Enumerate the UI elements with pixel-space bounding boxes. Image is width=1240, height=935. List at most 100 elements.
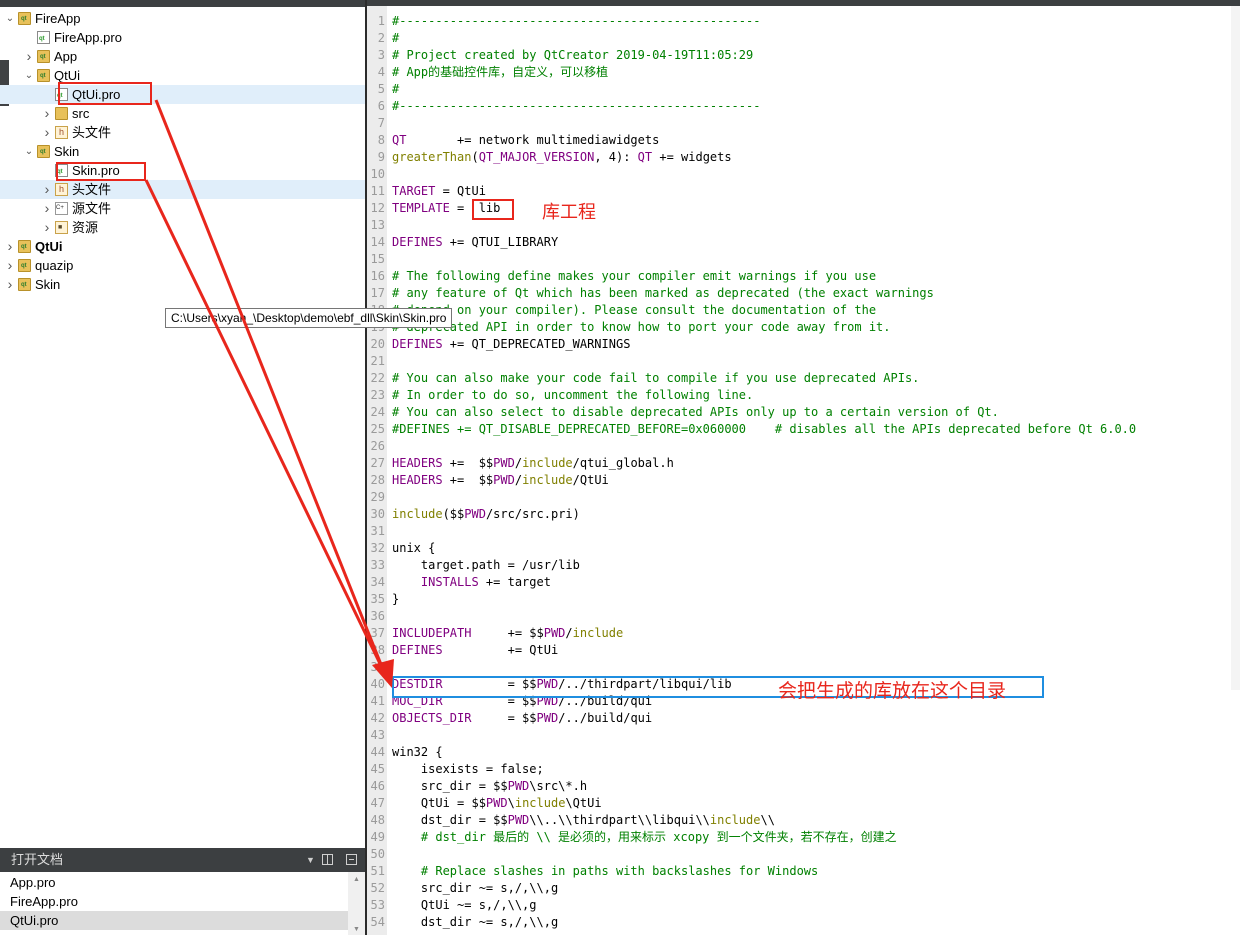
code-line[interactable]: TARGET = QtUi xyxy=(392,183,486,200)
code-line[interactable]: win32 { xyxy=(392,744,443,761)
code-line[interactable]: dst_dir ~= s,/,\\,g xyxy=(392,914,558,931)
code-line[interactable]: unix { xyxy=(392,540,435,557)
code-line[interactable]: DEFINES += QtUi xyxy=(392,642,558,659)
collapse-arrow-icon[interactable]: › xyxy=(41,218,53,237)
code-line[interactable]: OBJECTS_DIR = $$PWD/../build/qui xyxy=(392,710,652,727)
code-line[interactable]: #---------------------------------------… xyxy=(392,13,760,30)
tree-item-label: 头文件 xyxy=(72,125,112,140)
code-line[interactable]: # dst_dir 最后的 \\ 是必须的，用来标示 xcopy 到一个文件夹，… xyxy=(392,829,897,846)
code-line[interactable]: isexists = false; xyxy=(392,761,544,778)
line-number: 25 xyxy=(370,422,385,436)
code-line[interactable]: QT += network multimediawidgets xyxy=(392,132,659,149)
collapse-arrow-icon[interactable]: › xyxy=(4,256,16,275)
tree-item[interactable]: › QtUi xyxy=(0,237,365,256)
code-line[interactable]: # any feature of Qt which has been marke… xyxy=(392,285,934,302)
line-number: 34 xyxy=(370,575,385,589)
split-pane-icon[interactable] xyxy=(322,854,333,865)
editor-scrollbar[interactable] xyxy=(1231,6,1240,690)
open-document-item[interactable]: QtUi.pro xyxy=(0,911,348,930)
code-line[interactable]: } xyxy=(392,591,399,608)
resource-folder-icon xyxy=(55,221,68,234)
code-line[interactable]: DEFINES += QT_DEPRECATED_WARNINGS xyxy=(392,336,630,353)
tree-item[interactable]: FireApp.pro xyxy=(0,28,365,47)
code-line[interactable]: # Project created by QtCreator 2019-04-1… xyxy=(392,47,753,64)
code-editor[interactable]: 1234567891011121314151617181920212223242… xyxy=(367,0,1240,935)
collapse-arrow-icon[interactable]: › xyxy=(41,123,53,142)
expand-arrow-icon[interactable]: ⌄ xyxy=(23,66,35,85)
code-line[interactable]: # You can also select to disable depreca… xyxy=(392,404,999,421)
code-token: OBJECTS_DIR xyxy=(392,711,472,725)
code-line[interactable]: # The following define makes your compil… xyxy=(392,268,876,285)
scroll-up-icon[interactable]: ▲ xyxy=(353,876,360,883)
code-line[interactable]: # App的基础控件库，自定义，可以移植 xyxy=(392,64,608,81)
tree-item[interactable]: › 头文件 xyxy=(0,123,365,142)
tree-item-label: quazip xyxy=(35,258,74,273)
code-token: #---------------------------------------… xyxy=(392,99,761,113)
code-line[interactable]: QtUi = $$PWD\include\QtUi xyxy=(392,795,602,812)
code-token: DEFINES xyxy=(392,337,443,351)
tree-item[interactable]: › src xyxy=(0,104,365,123)
expand-arrow-icon[interactable]: ⌄ xyxy=(4,9,16,28)
code-line[interactable]: # deprecated API in order to know how to… xyxy=(392,319,891,336)
code-line[interactable]: target.path = /usr/lib xyxy=(392,557,580,574)
dropdown-arrow-icon[interactable]: ▼ xyxy=(306,848,315,872)
code-line[interactable]: include($$PWD/src/src.pri) xyxy=(392,506,580,523)
tree-item[interactable]: ⌄ FireApp xyxy=(0,9,365,28)
code-line[interactable]: INSTALLS += target xyxy=(392,574,551,591)
tree-item[interactable]: › 头文件 xyxy=(0,180,365,199)
tree-item[interactable]: › quazip xyxy=(0,256,365,275)
collapse-arrow-icon[interactable]: › xyxy=(23,47,35,66)
code-line[interactable]: #DEFINES += QT_DISABLE_DEPRECATED_BEFORE… xyxy=(392,421,1136,438)
code-token: include xyxy=(514,796,566,810)
line-number: 36 xyxy=(370,609,385,623)
tree-item-label: Skin xyxy=(54,144,80,159)
close-pane-icon[interactable] xyxy=(346,854,357,865)
open-document-item[interactable]: FireApp.pro xyxy=(0,892,348,911)
collapse-arrow-icon[interactable]: › xyxy=(4,275,16,294)
tree-item[interactable]: › Skin xyxy=(0,275,365,294)
tree-item[interactable]: ⌄ Skin xyxy=(0,142,365,161)
code-line[interactable]: DEFINES += QTUI_LIBRARY xyxy=(392,234,558,251)
collapse-arrow-icon[interactable]: › xyxy=(4,237,16,256)
code-token: include xyxy=(709,813,761,827)
line-number: 11 xyxy=(370,184,385,198)
code-token: unix { xyxy=(392,541,436,555)
code-token: greaterThan xyxy=(392,150,472,164)
scroll-down-icon[interactable]: ▼ xyxy=(353,926,360,933)
code-token: QT xyxy=(392,133,407,147)
code-line[interactable]: QtUi ~= s,/,\\,g xyxy=(392,897,537,914)
open-document-item[interactable]: App.pro xyxy=(0,873,348,892)
code-line[interactable]: src_dir ~= s,/,\\,g xyxy=(392,880,558,897)
code-line[interactable]: # xyxy=(392,30,399,47)
line-number: 9 xyxy=(377,150,385,164)
code-line[interactable]: # You can also make your code fail to co… xyxy=(392,370,919,387)
tree-item[interactable]: ⌄QtUi xyxy=(0,66,365,85)
tree-item[interactable]: Skin.pro xyxy=(0,161,365,180)
tree-item-label: FireApp xyxy=(35,11,81,26)
qtui-pro-highlight-box xyxy=(58,82,152,105)
line-number: 48 xyxy=(370,813,385,827)
code-line[interactable]: dst_dir = $$PWD\\..\\thirdpart\\libqui\\… xyxy=(392,812,775,829)
code-line[interactable]: # Replace slashes in paths with backslas… xyxy=(392,863,818,880)
code-line[interactable]: # depend on your compiler). Please consu… xyxy=(392,302,876,319)
code-line[interactable]: # In order to do so, uncomment the follo… xyxy=(392,387,753,404)
code-token: include xyxy=(572,626,624,640)
code-line[interactable]: HEADERS += $$PWD/include/QtUi xyxy=(392,472,609,489)
code-line[interactable]: HEADERS += $$PWD/include/qtui_global.h xyxy=(392,455,674,472)
code-line[interactable]: # xyxy=(392,81,399,98)
code-line[interactable]: INCLUDEPATH += $$PWD/include xyxy=(392,625,623,642)
code-line[interactable]: #---------------------------------------… xyxy=(392,98,760,115)
code-line[interactable]: src_dir = $$PWD\src\*.h xyxy=(392,778,587,795)
collapse-arrow-icon[interactable]: › xyxy=(41,180,53,199)
collapse-arrow-icon[interactable]: › xyxy=(41,104,53,123)
tree-item[interactable]: › App xyxy=(0,47,365,66)
expand-arrow-icon[interactable]: ⌄ xyxy=(23,142,35,161)
tree-item[interactable]: › 资源 xyxy=(0,218,365,237)
tree-item[interactable]: QtUi.pro xyxy=(0,85,365,104)
code-token: PWD xyxy=(485,796,508,810)
tree-item[interactable]: › 源文件 xyxy=(0,199,365,218)
line-number: 13 xyxy=(370,218,385,232)
code-token: += QT_DEPRECATED_WARNINGS xyxy=(442,337,631,351)
collapse-arrow-icon[interactable]: › xyxy=(41,199,53,218)
code-line[interactable]: greaterThan(QT_MAJOR_VERSION, 4): QT += … xyxy=(392,149,732,166)
